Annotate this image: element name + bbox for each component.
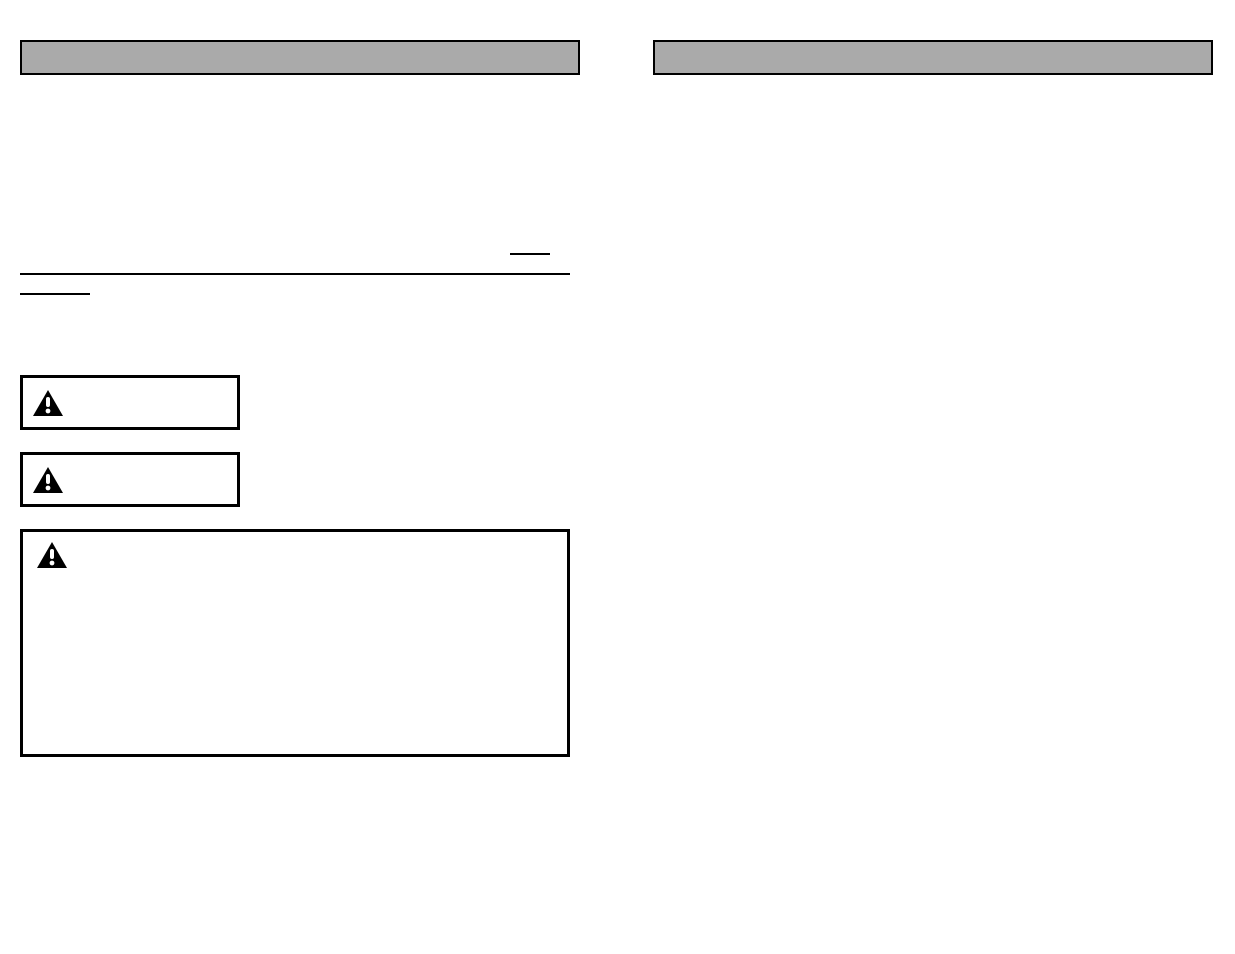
right-column <box>653 40 1216 757</box>
warning-block <box>20 529 570 757</box>
right-section-header <box>653 40 1213 75</box>
warning-box-2 <box>20 452 240 507</box>
left-section-header <box>20 40 580 75</box>
alert-icon <box>33 390 63 416</box>
alert-icon <box>37 542 67 568</box>
heading-underlines <box>20 271 583 295</box>
underline-fragment-right <box>510 253 550 255</box>
warning-box-1 <box>20 375 240 430</box>
alert-icon <box>33 467 63 493</box>
left-intro-text <box>20 95 583 255</box>
left-column <box>20 40 583 757</box>
page <box>0 0 1235 777</box>
underline-long <box>20 271 570 275</box>
